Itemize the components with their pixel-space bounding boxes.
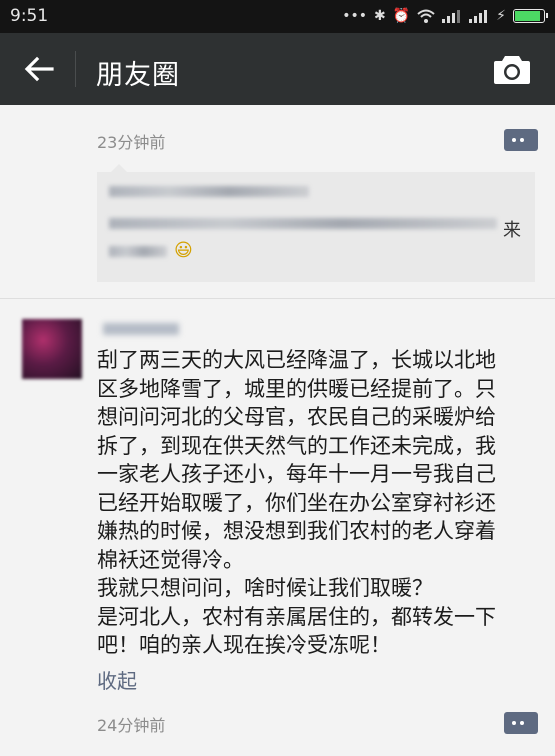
comment-button[interactable] (504, 129, 538, 151)
post-line: 已经开始取暖了，你们坐在办公室穿衬衫还 (97, 490, 496, 515)
post-line: 想问问河北的父母官，农民自己的采暖炉给 (97, 405, 496, 429)
post-line: 一家老人孩子还小，每年十一月一号我自己 (97, 462, 496, 486)
author-name[interactable] (103, 323, 179, 335)
post-line: 是河北人，农村有亲属居住的，都转发一下 (97, 604, 496, 629)
post-content: 刮了两三天的大风已经降温了，长城以北地 区多地降雪了，城里的供暖已经提前了。只 … (97, 346, 542, 660)
back-button[interactable] (22, 49, 56, 89)
post-line: 棉袄还觉得冷。 (97, 547, 244, 572)
collapse-link[interactable]: 收起 (97, 665, 137, 694)
post-line: 嫌热的时候，想没想到我们农村的老人穿着 (97, 519, 496, 543)
action-bar-divider (75, 51, 76, 87)
post-time: 23分钟前 (97, 133, 166, 152)
comment-button[interactable] (504, 712, 538, 734)
battery-level (515, 11, 540, 21)
smile-emoji-icon: 😃 (174, 240, 193, 261)
status-bar: 9:51 ••• ✱ ⏰ ⚡ (0, 0, 555, 33)
status-icons: ••• ✱ ⏰ ⚡ (342, 7, 548, 25)
action-bar: 朋友圈 (0, 33, 555, 105)
more-dots-icon: ••• (342, 8, 367, 24)
comment-text: 来 (503, 220, 521, 241)
comment-dots-icon (512, 721, 524, 725)
back-arrow-icon (24, 56, 54, 82)
battery-icon (513, 9, 548, 23)
blurred-comment (109, 246, 167, 257)
comments-box: 来 😃 (97, 164, 535, 282)
post-line: 吧！咱的亲人现在挨冷受冻呢！ (97, 633, 391, 657)
charging-icon: ⚡ (496, 8, 506, 24)
wifi-icon (417, 9, 435, 23)
blurred-comment (109, 218, 497, 229)
alarm-icon: ⏰ (392, 8, 411, 24)
camera-icon (494, 56, 530, 84)
comment-dots-icon (512, 138, 524, 142)
post-line: 区多地降雪了，城里的供暖已经提前了。只 (97, 376, 496, 401)
moments-feed: 23分钟前 来 😃 刮了两三天的大风已经降温了，长城以北地 区多地降雪了，城里的… (0, 105, 555, 756)
camera-button[interactable] (493, 53, 531, 85)
page-title: 朋友圈 (96, 60, 180, 91)
signal-icon (442, 10, 461, 23)
post-time: 24分钟前 (97, 716, 166, 735)
bluetooth-icon: ✱ (373, 8, 386, 24)
post-divider (0, 298, 555, 299)
post-line: 拆了，到现在供天然气的工作还未完成，我 (97, 433, 496, 458)
blurred-comment (109, 186, 309, 197)
avatar[interactable] (22, 319, 82, 379)
post-line: 我就只想问问，啥时候让我们取暖？ (97, 576, 433, 600)
signal-icon (469, 10, 488, 23)
status-time: 9:51 (10, 6, 49, 26)
post-line: 刮了两三天的大风已经降温了，长城以北地 (97, 348, 496, 372)
